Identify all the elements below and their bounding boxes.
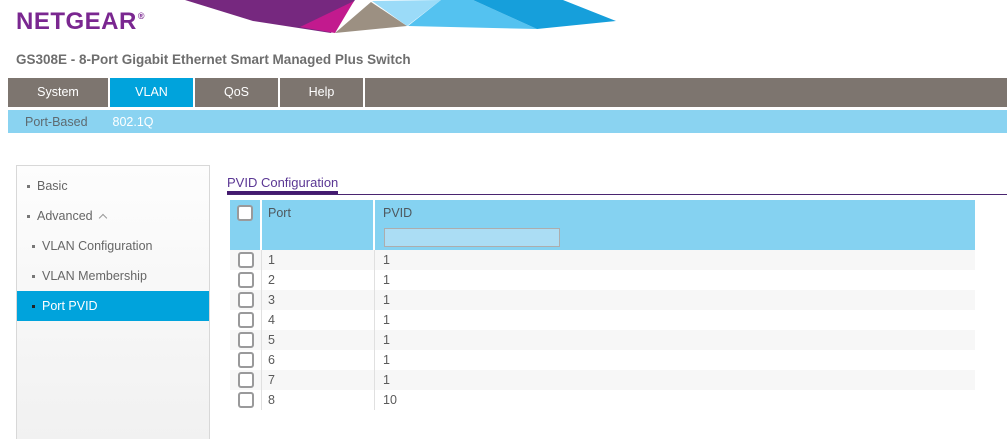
bullet-icon bbox=[32, 305, 35, 308]
sidebar-item-label: VLAN Configuration bbox=[42, 239, 152, 253]
nav-tab-vlan[interactable]: VLAN bbox=[110, 78, 195, 107]
registered-trademark: ® bbox=[138, 11, 145, 21]
bullet-icon bbox=[27, 215, 30, 218]
sidebar-item-label: Port PVID bbox=[42, 299, 98, 313]
netgear-logo: NETGEAR® bbox=[16, 8, 145, 36]
collapse-caret-icon bbox=[98, 213, 106, 221]
bullet-icon bbox=[32, 275, 35, 278]
row-checkbox-port-8[interactable] bbox=[238, 392, 254, 408]
sidebar-item-label: Basic bbox=[37, 179, 68, 193]
subnav-item-802-1q[interactable]: 802.1Q bbox=[113, 115, 154, 129]
page-heading: PVID Configuration bbox=[227, 175, 338, 190]
pvid-column-header: PVID bbox=[375, 200, 975, 225]
sub-nav: Port-Based 802.1Q bbox=[8, 110, 1007, 133]
bullet-icon bbox=[32, 245, 35, 248]
row-checkbox-port-2[interactable] bbox=[238, 272, 254, 288]
table-header-row: Port PVID bbox=[230, 200, 975, 225]
main-nav: SystemVLANQoSHelp bbox=[8, 78, 1007, 107]
port-cell: 2 bbox=[262, 270, 375, 290]
pvid-filter-input[interactable] bbox=[384, 228, 560, 247]
sidebar-item-port-pvid[interactable]: Port PVID bbox=[17, 291, 209, 321]
sidebar-item-vlan-membership[interactable]: VLAN Membership bbox=[17, 261, 209, 291]
pvid-cell: 1 bbox=[375, 290, 975, 310]
sidebar-item-label: VLAN Membership bbox=[42, 269, 147, 283]
sidebar-item-label: Advanced bbox=[37, 209, 93, 223]
port-cell: 3 bbox=[262, 290, 375, 310]
heading-underline bbox=[227, 194, 1007, 195]
pvid-cell: 1 bbox=[375, 310, 975, 330]
select-all-cell bbox=[230, 200, 262, 225]
page-root: NETGEAR® GS308E - 8-Port Gigabit Etherne… bbox=[0, 0, 1007, 439]
pvid-cell: 1 bbox=[375, 350, 975, 370]
table-row: 3 1 bbox=[230, 290, 975, 310]
row-checkbox-port-3[interactable] bbox=[238, 292, 254, 308]
row-checkbox-port-6[interactable] bbox=[238, 352, 254, 368]
port-cell: 7 bbox=[262, 370, 375, 390]
row-checkbox-port-7[interactable] bbox=[238, 372, 254, 388]
sidebar-item-vlan-configuration[interactable]: VLAN Configuration bbox=[17, 231, 209, 261]
filter-checkbox-cell bbox=[230, 225, 262, 250]
port-cell: 8 bbox=[262, 390, 375, 410]
pvid-cell: 10 bbox=[375, 390, 975, 410]
port-cell: 6 bbox=[262, 350, 375, 370]
table-row: 4 1 bbox=[230, 310, 975, 330]
subnav-item-port-based[interactable]: Port-Based bbox=[25, 115, 88, 129]
pvid-cell: 1 bbox=[375, 270, 975, 290]
table-body: 1 1 2 1 3 1 4 1 5 1 bbox=[230, 250, 975, 410]
table-row: 5 1 bbox=[230, 330, 975, 350]
sidebar-item-basic[interactable]: Basic bbox=[17, 171, 209, 201]
banner-graphic bbox=[183, 0, 633, 34]
table-filter-row bbox=[230, 225, 975, 250]
nav-tab-help[interactable]: Help bbox=[280, 78, 365, 107]
row-checkbox-port-1[interactable] bbox=[238, 252, 254, 268]
row-checkbox-port-4[interactable] bbox=[238, 312, 254, 328]
pvid-cell: 1 bbox=[375, 250, 975, 270]
page-title: GS308E - 8-Port Gigabit Ethernet Smart M… bbox=[16, 52, 411, 67]
port-cell: 1 bbox=[262, 250, 375, 270]
pvid-table: Port PVID 1 1 2 1 3 1 bbox=[230, 200, 975, 410]
table-row: 6 1 bbox=[230, 350, 975, 370]
nav-tab-qos[interactable]: QoS bbox=[195, 78, 280, 107]
logo-text: NETGEAR bbox=[16, 8, 137, 35]
table-row: 7 1 bbox=[230, 370, 975, 390]
select-all-checkbox[interactable] bbox=[237, 205, 253, 221]
nav-tab-system[interactable]: System bbox=[8, 78, 110, 107]
table-row: 1 1 bbox=[230, 250, 975, 270]
sidebar-item-advanced[interactable]: Advanced bbox=[17, 201, 209, 231]
port-cell: 4 bbox=[262, 310, 375, 330]
table-row: 2 1 bbox=[230, 270, 975, 290]
bullet-icon bbox=[27, 185, 30, 188]
sidebar-menu: Basic Advanced VLAN Configuration VLAN M… bbox=[17, 171, 209, 321]
port-cell: 5 bbox=[262, 330, 375, 350]
sidebar: Basic Advanced VLAN Configuration VLAN M… bbox=[16, 165, 210, 439]
filter-pvid-cell bbox=[375, 225, 975, 250]
pvid-cell: 1 bbox=[375, 330, 975, 350]
row-checkbox-port-5[interactable] bbox=[238, 332, 254, 348]
pvid-cell: 1 bbox=[375, 370, 975, 390]
port-column-header: Port bbox=[262, 200, 375, 225]
table-row: 8 10 bbox=[230, 390, 975, 410]
filter-port-cell bbox=[262, 225, 375, 250]
